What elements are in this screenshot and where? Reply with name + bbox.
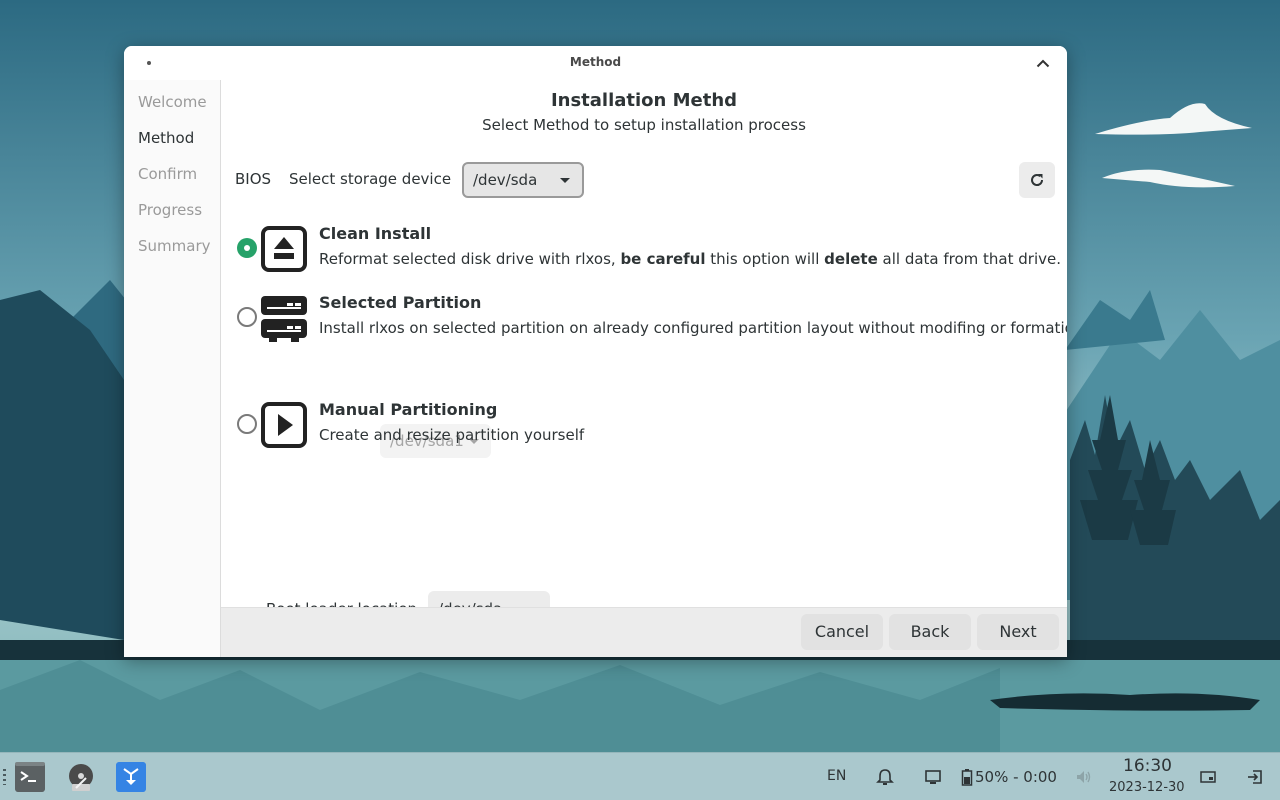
terminal-icon — [15, 762, 45, 792]
title-bar[interactable]: Method — [124, 46, 1067, 80]
steps-sidebar: Welcome Method Confirm Progress Summary — [124, 80, 221, 657]
radio-clean-install[interactable] — [237, 238, 257, 258]
radio-manual-partitioning[interactable] — [237, 414, 257, 434]
disk-app-button[interactable] — [66, 762, 96, 792]
logout-icon[interactable] — [1246, 768, 1264, 786]
storage-device-value: /dev/sda — [473, 171, 538, 189]
screen-icon[interactable] — [924, 768, 942, 786]
installer-window: Method Welcome Method Confirm Progress S… — [124, 46, 1067, 657]
manual-partitioning-title: Manual Partitioning — [319, 400, 498, 419]
manual-partitioning-description: Create and resize partition yourself — [319, 426, 585, 444]
option-manual-partitioning[interactable]: Manual Partitioning Create and resize pa… — [235, 400, 1055, 460]
chevron-up-icon — [1036, 59, 1050, 67]
clean-desc-careful: be careful — [620, 250, 706, 268]
step-method: Method — [138, 129, 195, 147]
step-progress: Progress — [138, 201, 203, 219]
step-confirm: Confirm — [138, 165, 198, 183]
selected-partition-title: Selected Partition — [319, 293, 482, 312]
show-desktop-icon[interactable] — [1199, 768, 1217, 786]
caret-down-icon — [560, 178, 570, 183]
window-title: Method — [569, 55, 622, 69]
selected-partition-description: Install rlxos on selected partition on a… — [319, 319, 1067, 337]
play-icon — [261, 402, 307, 448]
collapse-button[interactable] — [1033, 54, 1053, 72]
action-bar: Cancel Back Next — [221, 607, 1067, 657]
main-content: Installation Methd Select Method to setu… — [221, 80, 1067, 657]
storage-select-label: Select storage device — [289, 170, 452, 188]
disk-drive-icon — [69, 764, 93, 791]
clean-install-title: Clean Install — [319, 224, 432, 243]
storage-device-dropdown[interactable]: /dev/sda — [462, 162, 584, 198]
installer-app-button[interactable] — [116, 762, 146, 792]
clean-desc-part-3: all data from that drive. — [877, 250, 1062, 268]
option-clean-install[interactable]: Clean Install Reformat selected disk dri… — [235, 224, 1061, 284]
refresh-icon — [1031, 174, 1044, 186]
eject-icon — [261, 226, 307, 272]
refresh-button[interactable] — [1019, 162, 1055, 198]
taskbar: EN 50% - 0:00 16:30 2023-12-30 — [0, 752, 1280, 800]
server-icon — [261, 296, 307, 342]
firmware-label: BIOS — [235, 170, 272, 188]
drag-handle-icon[interactable] — [3, 769, 6, 785]
battery-status[interactable]: 50% - 0:00 — [975, 768, 1057, 786]
download-icon — [116, 762, 146, 792]
keyboard-layout-indicator[interactable]: EN — [827, 768, 846, 784]
option-selected-partition[interactable]: Selected Partition Install rlxos on sele… — [235, 293, 1067, 353]
terminal-app-button[interactable] — [15, 762, 45, 792]
clock-date[interactable]: 2023-12-30 — [1109, 780, 1185, 795]
clean-desc-part-2: this option will — [705, 250, 825, 268]
clean-desc-delete: delete — [824, 250, 878, 268]
clean-desc-part-1: Reformat selected disk drive with rlxos, — [319, 250, 621, 268]
bell-icon[interactable] — [876, 768, 894, 786]
step-summary: Summary — [138, 237, 211, 255]
clean-install-description: Reformat selected disk drive with rlxos,… — [319, 250, 1061, 268]
clock-time[interactable]: 16:30 — [1123, 756, 1172, 776]
next-button[interactable]: Next — [977, 614, 1059, 650]
step-welcome: Welcome — [138, 93, 207, 111]
battery-icon — [961, 769, 973, 786]
storage-row: BIOS Select storage device /dev/sda — [235, 162, 1055, 198]
cancel-button[interactable]: Cancel — [801, 614, 883, 650]
radio-selected-partition[interactable] — [237, 307, 257, 327]
page-title: Installation Methd — [550, 90, 738, 111]
back-button[interactable]: Back — [889, 614, 971, 650]
volume-muted-icon[interactable] — [1075, 768, 1093, 786]
page-subtitle: Select Method to setup installation proc… — [482, 116, 806, 134]
